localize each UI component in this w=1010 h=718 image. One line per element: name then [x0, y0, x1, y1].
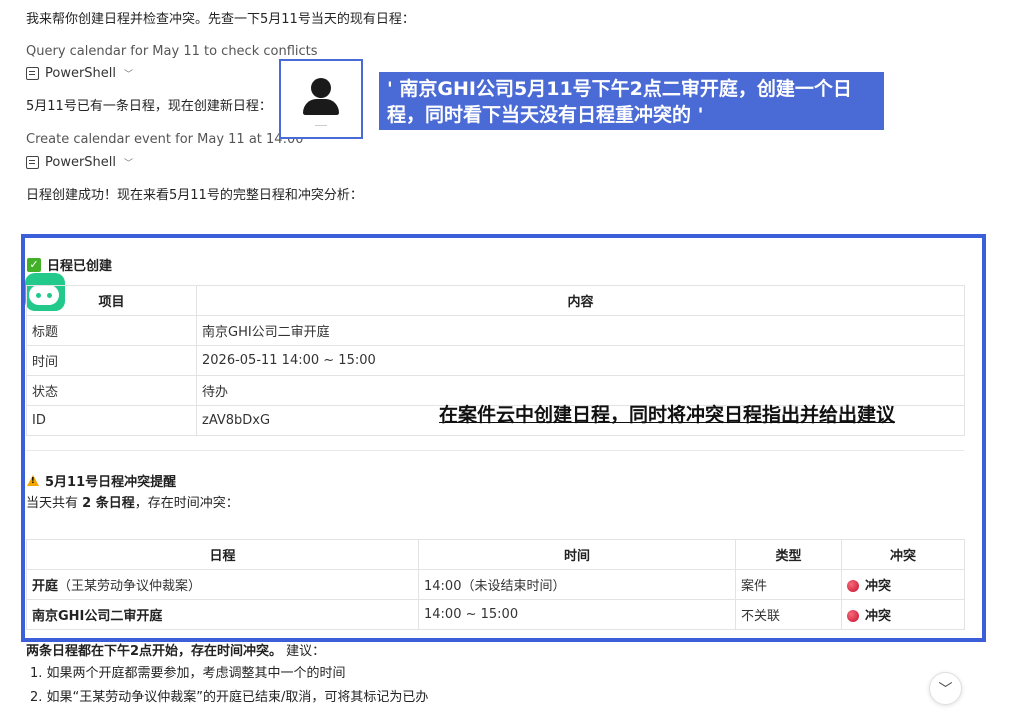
divider — [26, 450, 964, 451]
user-avatar — [279, 59, 363, 139]
table-cell: 开庭（王某劳动争议仲裁案） — [26, 569, 419, 600]
table-cell: 时间 — [26, 345, 197, 376]
conflict-table: 日程 时间 类型 冲突 开庭（王某劳动争议仲裁案） 14:00（未设结束时间） … — [26, 539, 965, 630]
tool1-toggle[interactable]: PowerShell ﹀ — [26, 66, 133, 81]
tool1-name: PowerShell — [45, 66, 117, 81]
person-icon — [311, 78, 331, 98]
table-row: 时间 2026-05-11 14:00 ~ 15:00 — [26, 345, 965, 376]
scroll-down-button[interactable]: ﹀ — [929, 672, 962, 705]
table-row: 标题 南京GHI公司二审开庭 — [26, 315, 965, 346]
table-cell: 案件 — [735, 569, 842, 600]
intro-message: 我来帮你创建日程并检查冲突。先查一下5月11号当天的现有日程： — [26, 12, 415, 27]
created-section-title: ✓ 日程已创建 — [27, 255, 112, 274]
table-row: 南京GHI公司二审开庭 14:00 ~ 15:00 不关联 冲突 — [26, 599, 965, 630]
advice-lead: 两条日程都在下午2点开始，存在时间冲突。 建议： — [26, 644, 326, 659]
table-cell: 14:00（未设结束时间） — [418, 569, 736, 600]
table-cell: 冲突 — [841, 599, 965, 630]
table-cell: ID — [26, 405, 197, 436]
table-cell: 南京GHI公司二审开庭 — [26, 599, 419, 630]
overlay-caption: 在案件云中创建日程，同时将冲突日程指出并给出建议 — [439, 404, 896, 426]
conflict-summary: 当天共有 2 条日程，存在时间冲突： — [26, 496, 239, 511]
conflict-section-title: 5月11号日程冲突提醒 — [27, 471, 176, 490]
table-cell: 14:00 ~ 15:00 — [418, 599, 736, 630]
tool2-name: PowerShell — [45, 155, 117, 170]
table-header-cell: 内容 — [196, 285, 965, 316]
advice-item: 1. 如果两个开庭都需要参加，考虑调整其中一个的时间 — [30, 666, 346, 681]
table-header-cell: 时间 — [418, 539, 736, 570]
conflict-dot-icon — [847, 610, 859, 622]
success-message: 日程创建成功！现在来看5月11号的完整日程和冲突分析： — [26, 188, 363, 203]
table-row: 开庭（王某劳动争议仲裁案） 14:00（未设结束时间） 案件 冲突 — [26, 569, 965, 600]
table-header-row: 日程 时间 类型 冲突 — [26, 539, 965, 570]
table-cell: 标题 — [26, 315, 197, 346]
chevron-down-icon: ﹀ — [124, 70, 134, 80]
table-cell: 冲突 — [841, 569, 965, 600]
check-icon: ✓ — [27, 257, 41, 272]
table-header-cell: 日程 — [26, 539, 419, 570]
table-header-cell: 项目 — [26, 285, 197, 316]
terminal-icon — [26, 67, 39, 80]
table-cell: 2026-05-11 14:00 ~ 15:00 — [196, 345, 965, 376]
table-cell: 状态 — [26, 375, 197, 406]
tool2-toggle[interactable]: PowerShell ﹀ — [26, 155, 133, 170]
table-header-cell: 冲突 — [841, 539, 965, 570]
tool2-description: Create calendar event for May 11 at 14:0… — [26, 132, 304, 147]
table-header-row: 项目 内容 — [26, 285, 965, 316]
existing-note: 5月11号已有一条日程，现在创建新日程： — [26, 99, 272, 114]
table-cell: 南京GHI公司二审开庭 — [196, 315, 965, 346]
terminal-icon — [26, 156, 39, 169]
chevron-down-icon: ﹀ — [938, 681, 953, 698]
tool1-description: Query calendar for May 11 to check confl… — [26, 44, 318, 59]
table-header-cell: 类型 — [735, 539, 842, 570]
user-prompt-caption: ' 南京GHI公司5月11号下午2点二审开庭，创建一个日程，同时看下当天没有日程… — [379, 72, 884, 130]
advice-item: 2. 如果“王某劳动争议仲裁案”的开庭已结束/取消，可将其标记为已办 — [30, 690, 429, 705]
table-cell: 不关联 — [735, 599, 842, 630]
warning-icon — [27, 475, 39, 486]
chevron-down-icon: ﹀ — [124, 159, 134, 169]
conflict-dot-icon — [847, 580, 859, 592]
